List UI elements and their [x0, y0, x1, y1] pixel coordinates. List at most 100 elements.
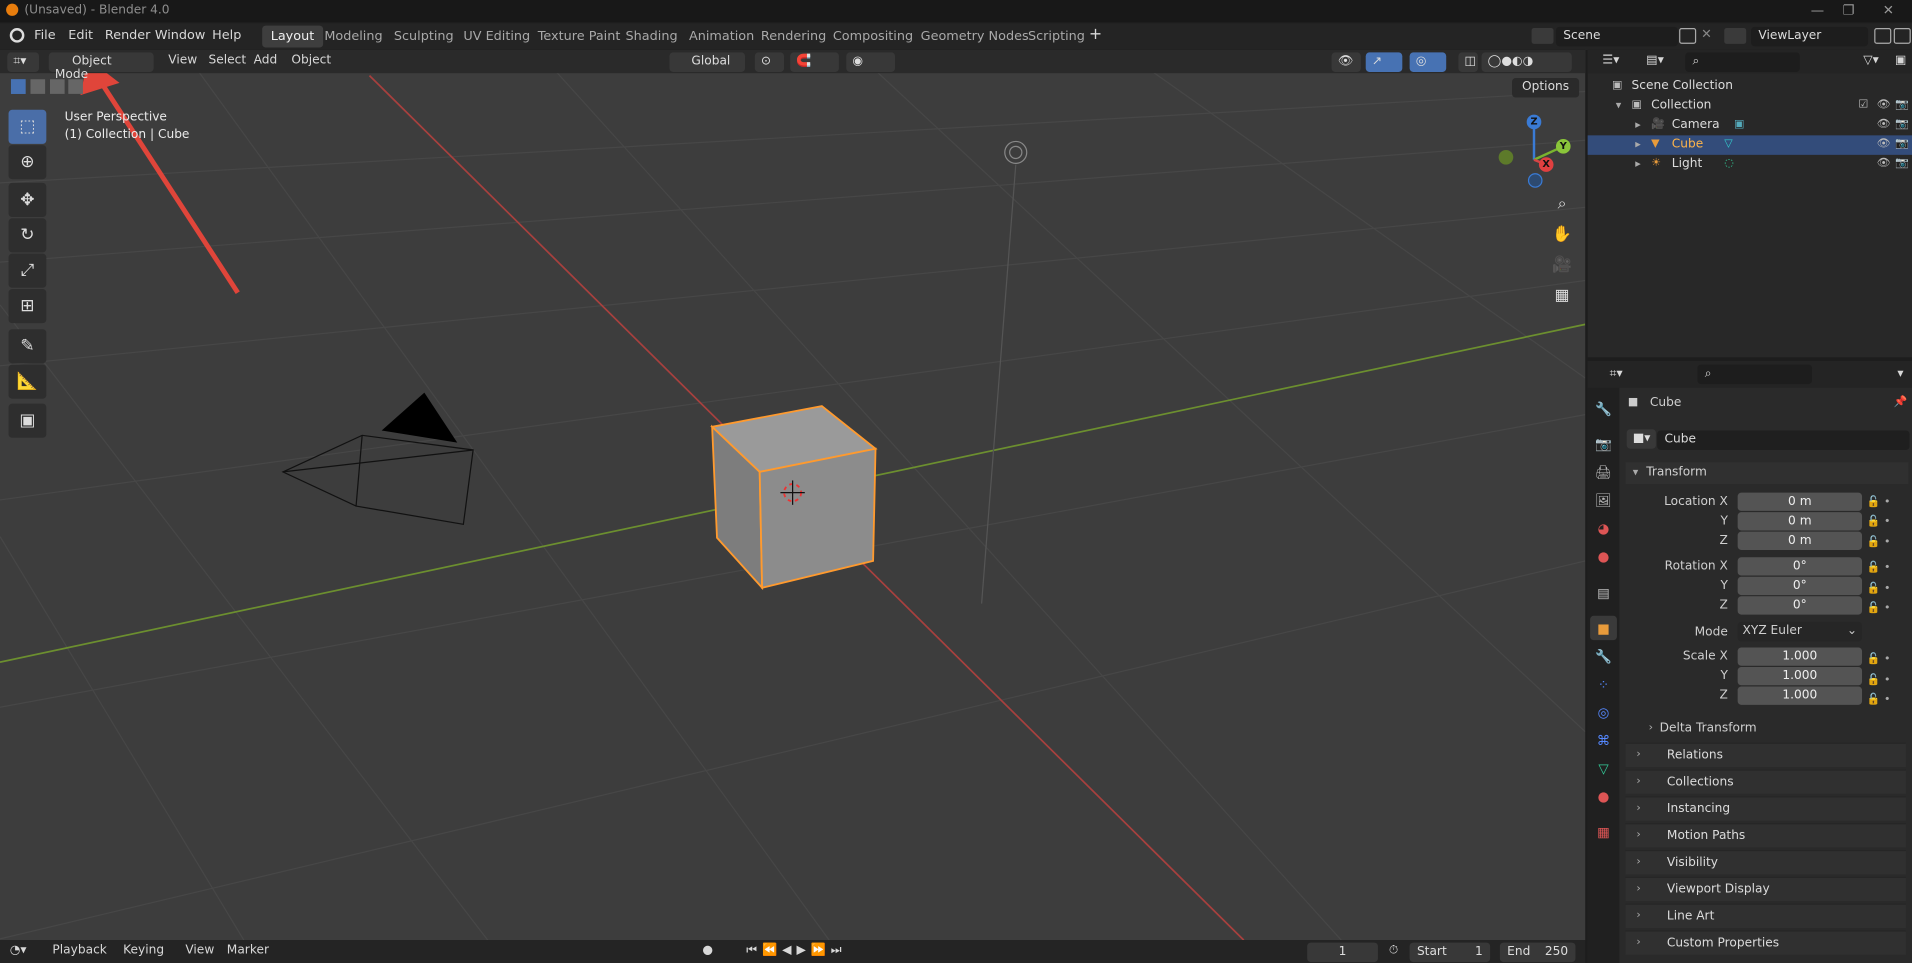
relations-panel[interactable]: › Relations: [1625, 742, 1906, 768]
navigation-gizmo[interactable]: Z Y X: [1495, 113, 1573, 191]
outliner-row-scene-collection[interactable]: ▣ Scene Collection: [1588, 77, 1912, 97]
viewport-menu-add[interactable]: Add: [254, 54, 278, 67]
menu-edit[interactable]: Edit: [68, 28, 93, 43]
expand-icon[interactable]: ▸: [1635, 120, 1641, 132]
view-layer-tab-icon[interactable]: 🖼: [1590, 488, 1617, 512]
gizmo-toggle-icon[interactable]: ↗: [1365, 52, 1403, 72]
viewport-menu-view[interactable]: View: [168, 54, 197, 67]
minimize-icon[interactable]: —: [1811, 2, 1824, 18]
mode-selector[interactable]: Object Mode: [48, 52, 154, 82]
frame-clock-icon[interactable]: ⏱: [1389, 944, 1399, 957]
new-view-layer-icon[interactable]: [1874, 28, 1892, 44]
pan-hand-icon[interactable]: ✋: [1547, 221, 1576, 248]
transform-tool-icon[interactable]: ⊞: [8, 288, 47, 324]
tab-compositing[interactable]: Compositing: [824, 26, 921, 48]
move-tool-icon[interactable]: ✥: [8, 182, 47, 218]
data-tab-icon[interactable]: ▽: [1590, 756, 1617, 780]
pin-icon[interactable]: 📌: [1894, 396, 1908, 408]
outliner-search-input[interactable]: ⌕: [1685, 52, 1800, 72]
delete-view-layer-icon[interactable]: [1893, 28, 1911, 44]
blender-menu-icon[interactable]: [9, 28, 25, 43]
tool-tab-icon[interactable]: 🔧: [1590, 396, 1617, 420]
select-intersect-icon[interactable]: [68, 79, 84, 94]
menu-help[interactable]: Help: [212, 28, 241, 43]
hide-eye-icon[interactable]: 👁: [1877, 138, 1891, 150]
tab-sculpting[interactable]: Sculpting: [385, 26, 462, 48]
add-workspace-icon[interactable]: +: [1089, 26, 1102, 44]
outliner-row-collection[interactable]: ▾ ▣ Collection ☑ 👁 📷: [1588, 96, 1912, 116]
transform-panel-header[interactable]: ▾ Transform: [1625, 462, 1909, 485]
playback-controls-icon[interactable]: ⏮⏪◀▶⏩⏭: [746, 944, 846, 957]
tab-scripting[interactable]: Scripting: [1019, 26, 1093, 48]
collections-panel[interactable]: › Collections: [1625, 769, 1906, 794]
gizmo-neg-z-icon[interactable]: [1527, 173, 1543, 188]
expand-icon[interactable]: ›: [1636, 829, 1640, 841]
ortho-grid-icon[interactable]: ▦: [1547, 282, 1576, 309]
view-layer-icon[interactable]: [1724, 28, 1747, 44]
tab-modeling[interactable]: Modeling: [316, 26, 391, 48]
close-icon[interactable]: ✕: [1883, 2, 1894, 18]
annotate-tool-icon[interactable]: ✎: [8, 329, 47, 364]
expand-icon[interactable]: ›: [1636, 856, 1640, 868]
menu-file[interactable]: File: [34, 28, 55, 43]
world-tab-icon[interactable]: ●: [1590, 544, 1617, 568]
output-tab-icon[interactable]: 🖨: [1590, 460, 1617, 484]
scale-z-field[interactable]: 1.000: [1737, 686, 1863, 705]
current-frame-field[interactable]: 1: [1307, 942, 1378, 963]
options-button[interactable]: Options: [1512, 78, 1580, 98]
particles-tab-icon[interactable]: ⁘: [1590, 672, 1617, 696]
proportional-edit-icon[interactable]: ◉: [846, 52, 896, 72]
timeline-menu-keying[interactable]: Keying: [123, 944, 164, 957]
menu-window[interactable]: Window: [155, 28, 205, 43]
light-data-icon[interactable]: ◌: [1724, 157, 1734, 169]
new-scene-icon[interactable]: [1679, 28, 1697, 44]
collapse-icon[interactable]: ▾: [1616, 100, 1622, 112]
rotation-x-field[interactable]: 0°: [1737, 557, 1863, 576]
rotation-mode-dropdown[interactable]: XYZ Euler ⌄: [1737, 621, 1863, 642]
new-collection-icon[interactable]: ▣: [1895, 54, 1907, 67]
expand-icon[interactable]: ›: [1636, 749, 1640, 761]
hide-eye-icon[interactable]: 👁: [1877, 118, 1891, 130]
render-camera-icon[interactable]: 📷: [1895, 157, 1909, 169]
timeline-menu-view[interactable]: View: [185, 944, 214, 957]
location-x-field[interactable]: 0 m: [1737, 492, 1863, 511]
line-art-panel[interactable]: › Line Art: [1625, 903, 1906, 928]
scene-tab-icon[interactable]: ◕: [1590, 516, 1617, 540]
object-name-field[interactable]: Cube: [1657, 430, 1910, 450]
viewport-menu-select[interactable]: Select: [209, 54, 247, 67]
filter-icon[interactable]: ▽▾: [1863, 54, 1879, 67]
lock-icon[interactable]: 🔓 •: [1867, 650, 1904, 670]
transform-orientation-selector[interactable]: Global: [669, 52, 746, 72]
select-new-icon[interactable]: [10, 79, 26, 94]
constraints-tab-icon[interactable]: ⌘: [1590, 728, 1617, 752]
shading-modes-icon[interactable]: ◯●◐◑: [1481, 52, 1572, 72]
rotation-z-field[interactable]: 0°: [1737, 596, 1863, 615]
expand-icon[interactable]: ›: [1636, 883, 1640, 895]
viewport-display-panel[interactable]: › Viewport Display: [1625, 876, 1906, 902]
pivot-icon[interactable]: ⊙: [754, 52, 785, 72]
hide-eye-icon[interactable]: 👁: [1877, 99, 1891, 111]
rotation-y-field[interactable]: 0°: [1737, 576, 1863, 596]
select-box-tool-icon[interactable]: ⬚: [8, 109, 47, 144]
zoom-icon[interactable]: ⌕: [1547, 190, 1576, 217]
modifier-tab-icon[interactable]: 🔧: [1590, 644, 1617, 668]
overlay-toggle-icon[interactable]: ◎: [1409, 52, 1447, 72]
scale-tool-icon[interactable]: ⤢: [8, 253, 47, 288]
texture-tab-icon[interactable]: ▦: [1590, 819, 1617, 843]
editor-type-icon[interactable]: ⌗▾: [7, 52, 40, 72]
outliner-editor-icon[interactable]: ☰▾: [1602, 54, 1619, 67]
lock-icon[interactable]: 🔓 •: [1867, 513, 1904, 533]
timeline-menu-marker[interactable]: Marker: [227, 944, 269, 957]
lock-icon[interactable]: 🔓 •: [1867, 579, 1904, 599]
camera-view-icon[interactable]: 🎥: [1547, 251, 1576, 278]
menu-render[interactable]: Render: [105, 28, 151, 43]
select-subtract-icon[interactable]: [49, 79, 65, 94]
selection-mode-icons[interactable]: [10, 79, 84, 97]
expand-icon[interactable]: ›: [1636, 776, 1640, 788]
collection-tab-icon[interactable]: ▤: [1590, 580, 1617, 604]
properties-search-input[interactable]: ⌕: [1697, 364, 1813, 385]
location-y-field[interactable]: 0 m: [1737, 512, 1863, 531]
add-cube-tool-icon[interactable]: ▣: [8, 403, 47, 438]
visibility-panel[interactable]: › Visibility: [1625, 849, 1906, 875]
lock-icon[interactable]: 🔓 •: [1867, 670, 1904, 690]
